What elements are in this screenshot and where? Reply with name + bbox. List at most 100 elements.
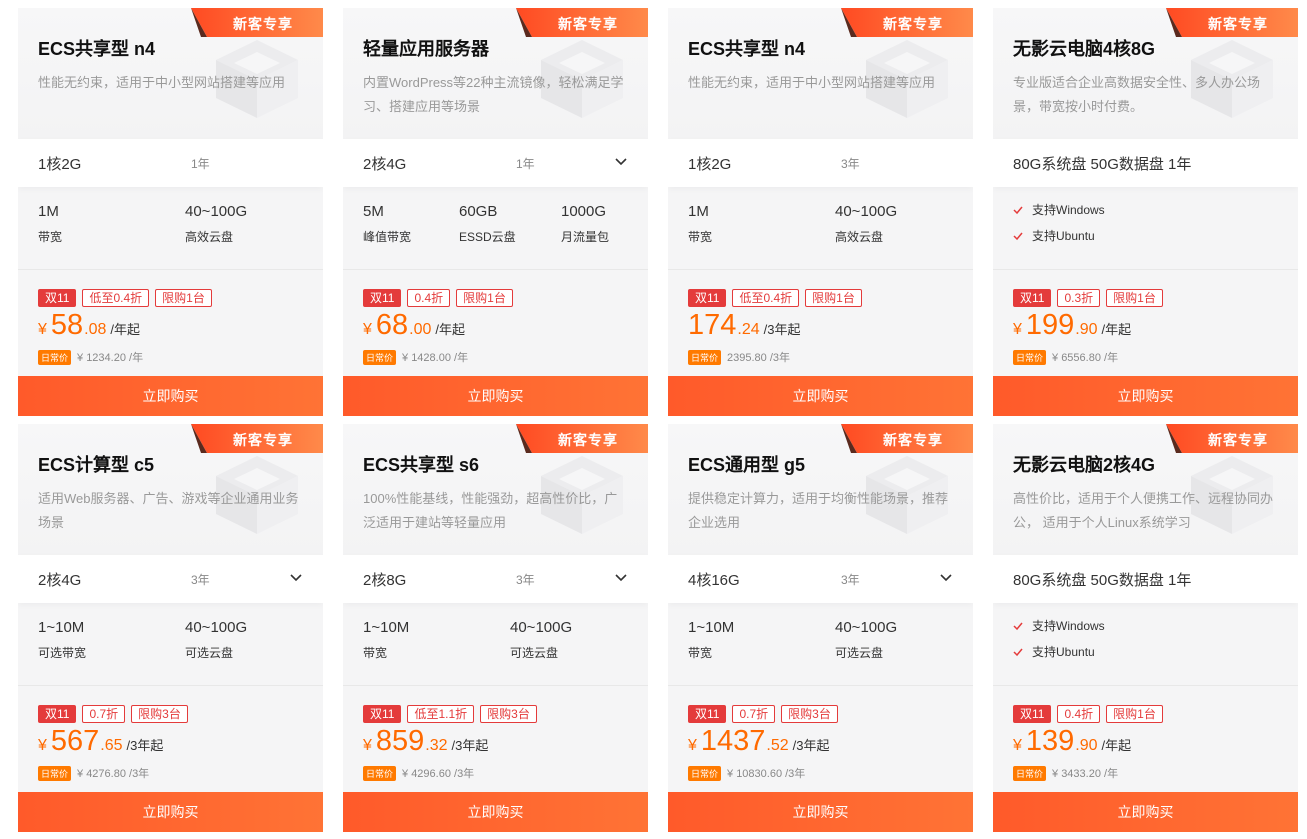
product-description: 专业版适合企业高数据安全性、多人办公场景，带宽按小时付费。 [1013, 75, 1261, 114]
promo-tag: 0.3折 [1057, 289, 1101, 307]
daily-price-tag: 日常价 [1013, 765, 1047, 781]
card-header: 新客专享 ECS共享型 s6 100%性能基线，性能强劲，超高性价比，广泛适用于… [343, 424, 648, 555]
price-decimal: .90 [1075, 321, 1098, 338]
promo-tags: 双11 低至0.4折 限购1台 [688, 289, 862, 307]
config-selector[interactable]: 2核4G 1年 [343, 139, 648, 187]
promo-tag-double11: 双11 [363, 705, 402, 723]
spec-stat-label: 高效云盘 [835, 230, 884, 244]
price-unit: /年起 [1101, 322, 1132, 337]
promo-tag: 0.7折 [82, 705, 126, 723]
product-card: 新客专享 无影云电脑2核4G 高性价比，适用于个人便携工作、远程协同办公， 适用… [993, 424, 1298, 832]
daily-price: 日常价 2395.80 /3年 [688, 349, 790, 365]
spec-stats: 1~10M 可选带宽 40~100G 可选云盘 [18, 603, 323, 686]
spec-stat-label: 带宽 [688, 646, 713, 660]
config-selector[interactable]: 2核4G 3年 [18, 555, 323, 603]
promo-tags: 双11 0.7折 限购3台 [38, 705, 188, 723]
config-selector[interactable]: 4核16G 3年 [668, 555, 973, 603]
promo-tag: 低至0.4折 [82, 289, 150, 307]
buy-now-button[interactable]: 立即购买 [668, 792, 973, 832]
promo-tag: 低至1.1折 [407, 705, 475, 723]
product-card: 新客专享 轻量应用服务器 内置WordPress等22种主流镜像，轻松满足学习、… [343, 8, 648, 416]
promo-tags: 双11 0.7折 限购3台 [688, 705, 838, 723]
config-selector[interactable]: 1核2G 1年 [18, 139, 323, 187]
spec-stat: 40~100G 可选云盘 [510, 619, 572, 660]
buy-now-button[interactable]: 立即购买 [993, 376, 1298, 416]
price-integer: 68 [375, 309, 409, 341]
price-decimal: .52 [766, 737, 789, 754]
daily-price: 日常价 ¥ 1234.20 /年 [38, 349, 143, 365]
daily-price-value: ¥ 4296.60 /3年 [402, 768, 475, 780]
price: ¥ 859 .32 /3年起 [363, 725, 488, 758]
spec-stat-value: 1M [38, 203, 59, 220]
chevron-down-icon[interactable] [614, 571, 628, 585]
buy-now-button[interactable]: 立即购买 [343, 376, 648, 416]
spec-stat-label: 可选云盘 [185, 646, 234, 660]
spec-stat-value: 1~10M [38, 619, 85, 636]
price-integer: 199 [1025, 309, 1075, 341]
config-selector[interactable]: 1核2G 3年 [668, 139, 973, 187]
promo-tag: 0.4折 [407, 289, 451, 307]
price-decimal: .24 [737, 321, 760, 338]
config-spec: 2核4G [38, 571, 82, 589]
card-header: 新客专享 ECS共享型 n4 性能无约束，适用于中小型网站搭建等应用 [18, 8, 323, 139]
promo-tag: 限购3台 [131, 705, 188, 723]
product-title: ECS计算型 c5 [38, 455, 155, 475]
promo-tag: 限购3台 [480, 705, 537, 723]
product-description: 高性价比，适用于个人便携工作、远程协同办公， 适用于个人Linux系统学习 [1013, 491, 1274, 530]
product-title: 无影云电脑2核4G [1013, 455, 1156, 475]
product-title: 无影云电脑4核8G [1013, 39, 1156, 59]
chevron-down-icon[interactable] [939, 571, 953, 585]
product-title: 轻量应用服务器 [363, 39, 489, 59]
spec-stat-label: ESSD云盘 [459, 230, 516, 244]
daily-price-value: ¥ 1234.20 /年 [77, 352, 144, 364]
new-customer-badge: 新客专享 [841, 8, 973, 37]
config-selector[interactable]: 80G系统盘 50G数据盘 1年 [993, 139, 1298, 187]
price-currency: ¥ [1013, 321, 1022, 338]
chevron-down-icon[interactable] [614, 155, 628, 169]
check-icon [1013, 232, 1023, 240]
daily-price: 日常价 ¥ 6556.80 /年 [1013, 349, 1118, 365]
buy-now-button[interactable]: 立即购买 [993, 792, 1298, 832]
promo-tag-double11: 双11 [1013, 705, 1052, 723]
price-unit: /年起 [110, 322, 141, 337]
spec-stat-value: 40~100G [510, 619, 573, 636]
buy-now-button[interactable]: 立即购买 [343, 792, 648, 832]
card-header: 新客专享 无影云电脑4核8G 专业版适合企业高数据安全性、多人办公场景，带宽按小… [993, 8, 1298, 139]
config-spec: 2核8G [363, 571, 407, 589]
chevron-down-icon[interactable] [289, 571, 303, 585]
config-selector[interactable]: 80G系统盘 50G数据盘 1年 [993, 555, 1298, 603]
price: 174 .24 /3年起 [688, 309, 800, 342]
spec-stat: 1~10M 带宽 [363, 619, 409, 660]
product-card: 新客专享 ECS通用型 g5 提供稳定计算力，适用于均衡性能场景，推荐企业选用 … [668, 424, 973, 832]
buy-now-button[interactable]: 立即购买 [18, 376, 323, 416]
price-currency: ¥ [38, 321, 47, 338]
new-customer-badge: 新客专享 [191, 8, 323, 37]
buy-now-button[interactable]: 立即购买 [668, 376, 973, 416]
feature-item: 支持Ubuntu [1013, 227, 1095, 244]
spec-stat-value: 1~10M [363, 619, 410, 636]
daily-price-value: ¥ 1428.00 /年 [402, 352, 469, 364]
promo-tag-double11: 双11 [688, 705, 727, 723]
buy-now-button[interactable]: 立即购买 [18, 792, 323, 832]
config-selector[interactable]: 2核8G 3年 [343, 555, 648, 603]
price-decimal: .08 [84, 321, 107, 338]
spec-stat-label: 带宽 [363, 646, 388, 660]
card-header: 新客专享 轻量应用服务器 内置WordPress等22种主流镜像，轻松满足学习、… [343, 8, 648, 139]
product-description: 提供稳定计算力，适用于均衡性能场景，推荐企业选用 [688, 491, 949, 530]
price-unit: /年起 [1101, 738, 1132, 753]
spec-stat-label: 可选云盘 [510, 646, 559, 660]
spec-stats: 1~10M 带宽 40~100G 可选云盘 [343, 603, 648, 686]
product-description: 性能无约束，适用于中小型网站搭建等应用 [688, 75, 936, 90]
price-unit: /3年起 [126, 738, 164, 753]
config-term: 3年 [841, 156, 860, 171]
daily-price: 日常价 ¥ 3433.20 /年 [1013, 765, 1118, 781]
price: ¥ 68 .00 /年起 [363, 309, 465, 342]
spec-stat-value: 1~10M [688, 619, 735, 636]
product-card: 新客专享 ECS计算型 c5 适用Web服务器、广告、游戏等企业通用业务场景 2… [18, 424, 323, 832]
product-card: 新客专享 ECS共享型 n4 性能无约束，适用于中小型网站搭建等应用 1核2G … [668, 8, 973, 416]
daily-price: 日常价 ¥ 4276.80 /3年 [38, 765, 149, 781]
config-spec: 2核4G [363, 155, 407, 173]
product-title: ECS共享型 s6 [363, 455, 480, 475]
check-icon [1013, 648, 1023, 656]
spec-stats: 5M 峰值带宽 60GB ESSD云盘 1000G 月流量包 [343, 187, 648, 270]
